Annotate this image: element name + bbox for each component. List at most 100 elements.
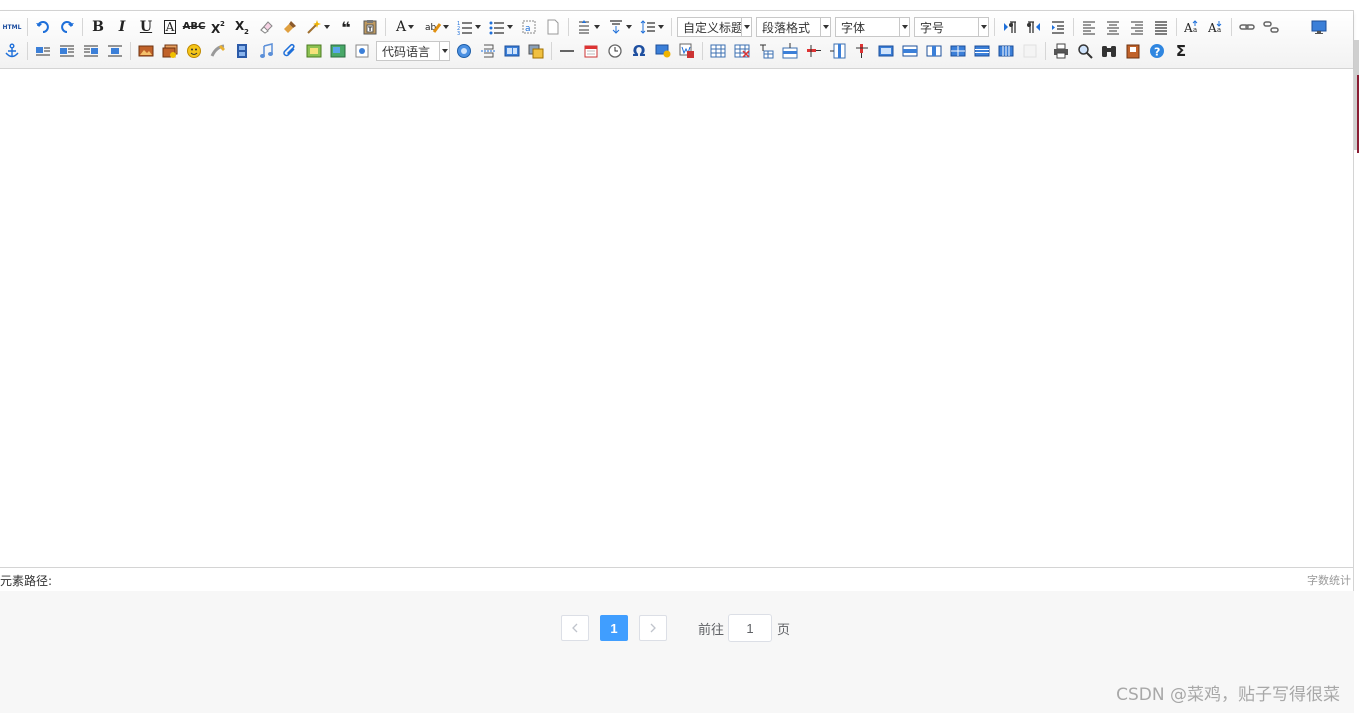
superscript-button[interactable]: X2 — [207, 17, 229, 37]
insert-paragraph-before-table-button[interactable] — [755, 41, 777, 61]
align-justify-button[interactable] — [1150, 17, 1172, 37]
merge-cells-button[interactable] — [875, 41, 897, 61]
font-size-select[interactable]: 字号 — [914, 17, 989, 37]
insert-time-button[interactable] — [604, 41, 626, 61]
preview-button[interactable] — [1074, 41, 1096, 61]
to-lowercase-button[interactable]: Aa — [1205, 17, 1227, 37]
split-to-cells-button[interactable] — [947, 41, 969, 61]
select-all-button[interactable]: a — [518, 17, 540, 37]
chevron-down-icon[interactable] — [978, 18, 988, 36]
clear-doc-button[interactable] — [542, 17, 564, 37]
chevron-down-icon[interactable] — [741, 18, 751, 36]
redo-button[interactable] — [56, 17, 78, 37]
image-left-button[interactable] — [56, 41, 78, 61]
merge-cells-icon — [878, 43, 894, 59]
merge-down-button[interactable] — [923, 41, 945, 61]
svg-text:a: a — [1217, 26, 1221, 34]
undo-button[interactable] — [32, 17, 54, 37]
scrawl-button[interactable] — [207, 41, 229, 61]
editor-content-area[interactable] — [0, 69, 1353, 568]
toolbar-row-1: HTML B I U A ABC X2 X2 — [0, 16, 1331, 38]
page-number-current[interactable]: 1 — [600, 615, 628, 641]
direction-rtl-button[interactable] — [1023, 17, 1045, 37]
next-page-button[interactable] — [639, 615, 667, 641]
background-button[interactable] — [525, 41, 547, 61]
image-none-button[interactable] — [32, 41, 54, 61]
web-app-button[interactable] — [453, 41, 475, 61]
remove-format-button[interactable] — [255, 17, 277, 37]
font-color-button[interactable]: A — [390, 17, 420, 37]
paste-plain-button[interactable]: T — [359, 17, 381, 37]
attachment-button[interactable] — [279, 41, 301, 61]
merge-right-button[interactable] — [899, 41, 921, 61]
insert-video-button[interactable] — [231, 41, 253, 61]
delete-table-button[interactable] — [731, 41, 753, 61]
row-spacing-bottom-button[interactable] — [605, 17, 635, 37]
italic-button[interactable]: I — [111, 17, 133, 37]
custom-heading-select[interactable]: 自定义标题 — [677, 17, 752, 37]
split-to-rows-button[interactable] — [971, 41, 993, 61]
delete-col-button[interactable] — [851, 41, 873, 61]
formula-button[interactable]: Σ — [1170, 41, 1192, 61]
chevron-down-icon[interactable] — [899, 18, 909, 36]
multi-image-button[interactable] — [159, 41, 181, 61]
chevron-down-icon[interactable] — [439, 42, 449, 60]
align-right-button[interactable] — [1126, 17, 1148, 37]
image-center-button[interactable] — [104, 41, 126, 61]
underline-button[interactable]: U — [135, 17, 157, 37]
to-uppercase-button[interactable]: Aa — [1181, 17, 1203, 37]
blockquote-button[interactable]: ❝ — [335, 17, 357, 37]
anchor-button[interactable] — [1, 41, 23, 61]
font-border-button[interactable]: A — [159, 17, 181, 37]
bold-button[interactable]: B — [87, 17, 109, 37]
emotion-button[interactable] — [183, 41, 205, 61]
auto-typeset-button[interactable] — [303, 17, 333, 37]
snapscreen-button[interactable] — [652, 41, 674, 61]
strikethrough-button[interactable]: ABC — [183, 17, 205, 37]
split-to-cols-button[interactable] — [995, 41, 1017, 61]
align-center-button[interactable] — [1102, 17, 1124, 37]
print-button[interactable] — [1050, 41, 1072, 61]
image-right-button[interactable] — [80, 41, 102, 61]
code-language-select[interactable]: 代码语言 — [376, 41, 450, 61]
insert-table-button[interactable] — [707, 41, 729, 61]
fullscreen-button[interactable] — [1308, 17, 1330, 37]
prev-page-button[interactable] — [561, 615, 589, 641]
goto-page-input[interactable] — [728, 614, 772, 642]
insert-music-button[interactable] — [255, 41, 277, 61]
indent-button[interactable] — [1047, 17, 1069, 37]
format-painter-button[interactable] — [279, 17, 301, 37]
help-button[interactable]: ? — [1146, 41, 1168, 61]
html-source-button[interactable]: HTML — [1, 17, 23, 37]
map-button[interactable] — [303, 41, 325, 61]
special-chars-button[interactable]: Ω — [628, 41, 650, 61]
search-replace-button[interactable] — [1098, 41, 1120, 61]
subscript-button[interactable]: X2 — [231, 17, 253, 37]
gmap-button[interactable] — [327, 41, 349, 61]
insert-frame-button[interactable] — [351, 41, 373, 61]
page-break-button[interactable] — [477, 41, 499, 61]
code-language-value: 代码语言 — [377, 43, 439, 60]
word-image-button[interactable] — [676, 41, 698, 61]
charts-button[interactable] — [1019, 41, 1041, 61]
paragraph-format-select[interactable]: 段落格式 — [756, 17, 831, 37]
insert-date-button[interactable] — [580, 41, 602, 61]
unlink-button[interactable] — [1260, 17, 1282, 37]
horizontal-rule-button[interactable] — [556, 41, 578, 61]
chevron-down-icon[interactable] — [820, 18, 830, 36]
align-left-button[interactable] — [1078, 17, 1100, 37]
unordered-list-button[interactable] — [486, 17, 516, 37]
row-spacing-top-button[interactable] — [573, 17, 603, 37]
line-height-button[interactable] — [637, 17, 667, 37]
template-button[interactable] — [501, 41, 523, 61]
draft-button[interactable] — [1122, 41, 1144, 61]
link-button[interactable] — [1236, 17, 1258, 37]
insert-col-button[interactable] — [827, 41, 849, 61]
ordered-list-button[interactable]: 123 — [454, 17, 484, 37]
delete-row-button[interactable] — [803, 41, 825, 61]
background-color-button[interactable]: ab — [422, 17, 452, 37]
insert-row-button[interactable] — [779, 41, 801, 61]
direction-ltr-button[interactable] — [999, 17, 1021, 37]
insert-image-button[interactable] — [135, 41, 157, 61]
font-family-select[interactable]: 字体 — [835, 17, 910, 37]
